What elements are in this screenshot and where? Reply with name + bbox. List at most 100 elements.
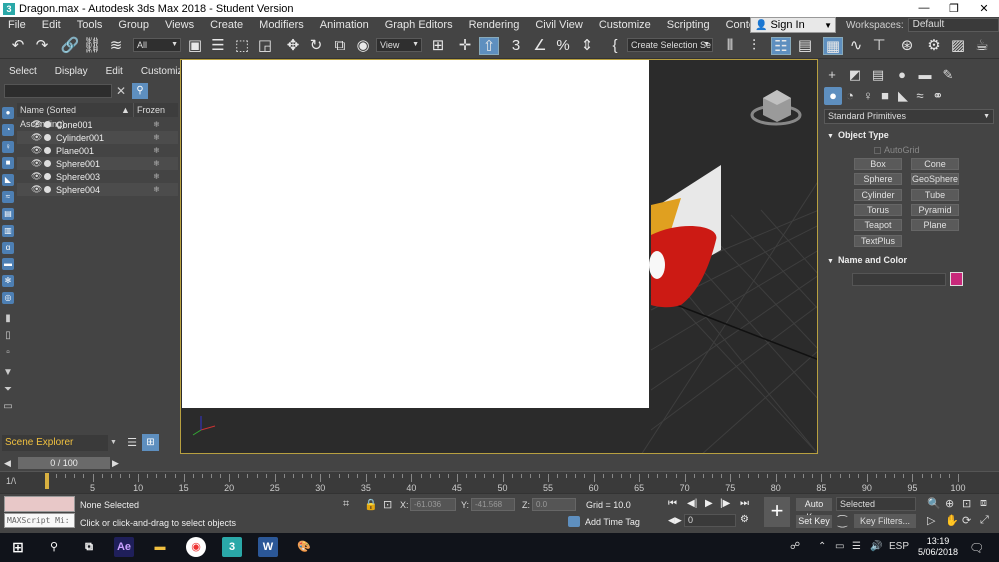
curve-editor-mini-icon[interactable]: 1/\: [6, 476, 20, 488]
chrome-icon[interactable]: ◉: [186, 537, 206, 557]
spinner-snap-icon[interactable]: ⇕: [577, 37, 597, 55]
people-icon[interactable]: ☍: [790, 541, 800, 552]
menu-create[interactable]: Create: [202, 19, 251, 31]
angle-snap-icon[interactable]: ∠: [530, 37, 550, 55]
field-of-view-icon[interactable]: ▷: [927, 514, 935, 527]
column-name-header[interactable]: Name (Sorted Ascending): [17, 103, 121, 129]
y-coordinate-field[interactable]: -41.568: [471, 498, 515, 511]
se-menu-edit[interactable]: Edit: [97, 66, 132, 80]
windows-start-icon[interactable]: ⊞: [8, 537, 28, 557]
snowflake-icon[interactable]: ❄: [153, 159, 160, 168]
key-selection-dropdown[interactable]: Selected: [836, 497, 916, 511]
display-helpers-icon[interactable]: ◣: [2, 174, 14, 186]
display-bones-icon[interactable]: ɑ: [2, 242, 14, 254]
toggle-ribbon-icon[interactable]: ▦: [823, 37, 843, 55]
display-geometry-icon[interactable]: ●: [2, 107, 14, 119]
keyboard-shortcut-override-icon[interactable]: ⇧: [479, 37, 499, 55]
window-crossing-icon[interactable]: ◲: [255, 37, 275, 55]
teapot-button[interactable]: Teapot: [854, 219, 902, 231]
object-color-swatch[interactable]: [950, 272, 963, 286]
se-menu-display[interactable]: Display: [46, 66, 97, 80]
snowflake-icon[interactable]: ❄: [153, 120, 160, 129]
paint-icon[interactable]: 🎨: [294, 537, 314, 557]
geometry-icon[interactable]: ●: [824, 87, 842, 105]
file-explorer-icon[interactable]: ▬: [150, 537, 170, 557]
edit-named-selection-icon[interactable]: {: [605, 37, 625, 55]
lights-icon[interactable]: ♀: [859, 87, 877, 105]
list-item[interactable]: 👁 Cone001 ❄: [17, 118, 178, 131]
autogrid-checkbox[interactable]: AutoGrid: [874, 145, 920, 155]
ref-coord-dropdown[interactable]: View ▼: [376, 38, 422, 52]
list-item[interactable]: 👁 Plane001 ❄: [17, 144, 178, 157]
pyramid-button[interactable]: Pyramid: [911, 204, 959, 216]
chevron-down-icon[interactable]: ▼: [110, 435, 117, 451]
after-effects-icon[interactable]: Ae: [114, 537, 134, 557]
go-to-start-icon[interactable]: ⏮: [668, 498, 677, 509]
eye-icon[interactable]: 👁: [31, 158, 42, 169]
eye-icon[interactable]: 👁: [31, 132, 42, 143]
play-icon[interactable]: ▶: [705, 498, 713, 509]
default-in-out-tangent-icon[interactable]: ⁐: [838, 515, 847, 528]
snaps-toggle-icon[interactable]: 3: [506, 37, 526, 55]
zoom-extents-all-icon[interactable]: ⧈: [980, 497, 987, 510]
close-button[interactable]: ✕: [969, 2, 999, 15]
menu-animation[interactable]: Animation: [312, 19, 377, 31]
list-item[interactable]: 👁 Cylinder001 ❄: [17, 131, 178, 144]
tube-button[interactable]: Tube: [911, 189, 959, 201]
tray-chevron-icon[interactable]: ⌃: [818, 541, 826, 552]
notifications-icon[interactable]: 🗨: [969, 541, 984, 555]
menu-graph-editors[interactable]: Graph Editors: [377, 19, 461, 31]
torus-button[interactable]: Torus: [854, 204, 902, 216]
display-particles-icon[interactable]: ✻: [2, 275, 14, 287]
filter-folder-icon[interactable]: ▭: [2, 401, 14, 413]
auto-key-button[interactable]: Auto Key: [796, 498, 832, 522]
z-coordinate-field[interactable]: 0.0: [532, 498, 576, 511]
time-configuration-icon[interactable]: ⚙: [740, 514, 749, 525]
schematic-view-icon[interactable]: ⊤: [869, 37, 889, 55]
snowflake-icon[interactable]: ❄: [153, 146, 160, 155]
helpers-icon[interactable]: ◣: [894, 87, 912, 105]
curve-editor-icon[interactable]: ∿: [846, 37, 866, 55]
display-hidden-icon[interactable]: ◎: [2, 292, 14, 304]
isolate-selection-icon[interactable]: ⌗: [343, 498, 349, 511]
rendered-frame-window-icon[interactable]: ▨: [948, 37, 968, 55]
menu-rendering[interactable]: Rendering: [461, 19, 528, 31]
selection-filter-dropdown[interactable]: All ▼: [133, 38, 181, 52]
select-manipulate-icon[interactable]: ✛: [455, 37, 475, 55]
minimize-button[interactable]: —: [909, 2, 939, 15]
current-frame-marker[interactable]: [45, 473, 49, 489]
next-frame-icon[interactable]: ▶: [112, 458, 124, 469]
hierarchy-icon[interactable]: ⊞: [142, 434, 159, 451]
box-button[interactable]: Box: [854, 158, 902, 170]
scene-explorer-selector[interactable]: Scene Explorer: [2, 435, 108, 451]
shapes-icon[interactable]: ◔: [841, 87, 859, 105]
align-icon[interactable]: ⫶: [744, 37, 764, 55]
eye-icon[interactable]: 👁: [31, 119, 42, 130]
maximize-viewport-icon[interactable]: ⤢: [980, 514, 989, 527]
current-frame-spinner[interactable]: 0: [684, 514, 736, 527]
render-setup-icon[interactable]: ⚙: [924, 37, 944, 55]
modify-tab-icon[interactable]: ◩: [846, 66, 864, 84]
scale-icon[interactable]: ⧉: [330, 37, 350, 55]
column-frozen-header[interactable]: Frozen: [133, 103, 178, 117]
link-icon[interactable]: 🔗: [60, 37, 80, 55]
redo-icon[interactable]: ↷: [32, 37, 52, 55]
language-indicator[interactable]: ESP: [889, 541, 909, 552]
name-color-rollout-header[interactable]: ▼ Name and Color: [824, 253, 994, 267]
select-object-icon[interactable]: ▣: [185, 37, 205, 55]
menu-customize[interactable]: Customize: [591, 19, 659, 31]
network-icon[interactable]: ☰: [852, 541, 861, 552]
key-mode-toggle-icon[interactable]: ◀▶: [668, 515, 682, 526]
select-by-name-icon[interactable]: ☰: [208, 37, 228, 55]
sign-in-dropdown[interactable]: 👤 Sign In ▼: [750, 17, 836, 33]
maxscript-listener-output[interactable]: [4, 496, 75, 512]
display-lights-icon[interactable]: ♀: [2, 141, 14, 153]
maximize-button[interactable]: ❐: [939, 2, 969, 15]
list-item[interactable]: 👁 Sphere003 ❄: [17, 170, 178, 183]
maxscript-mini-listener[interactable]: MAXScript Mi:: [4, 513, 75, 528]
taskbar-clock[interactable]: 13:19 5/06/2018: [918, 536, 958, 558]
key-filters-button[interactable]: Key Filters...: [854, 514, 916, 528]
time-slider[interactable]: 0 / 100: [18, 457, 110, 469]
object-type-rollout-header[interactable]: ▼ Object Type: [824, 128, 994, 142]
menu-civil-view[interactable]: Civil View: [527, 19, 590, 31]
